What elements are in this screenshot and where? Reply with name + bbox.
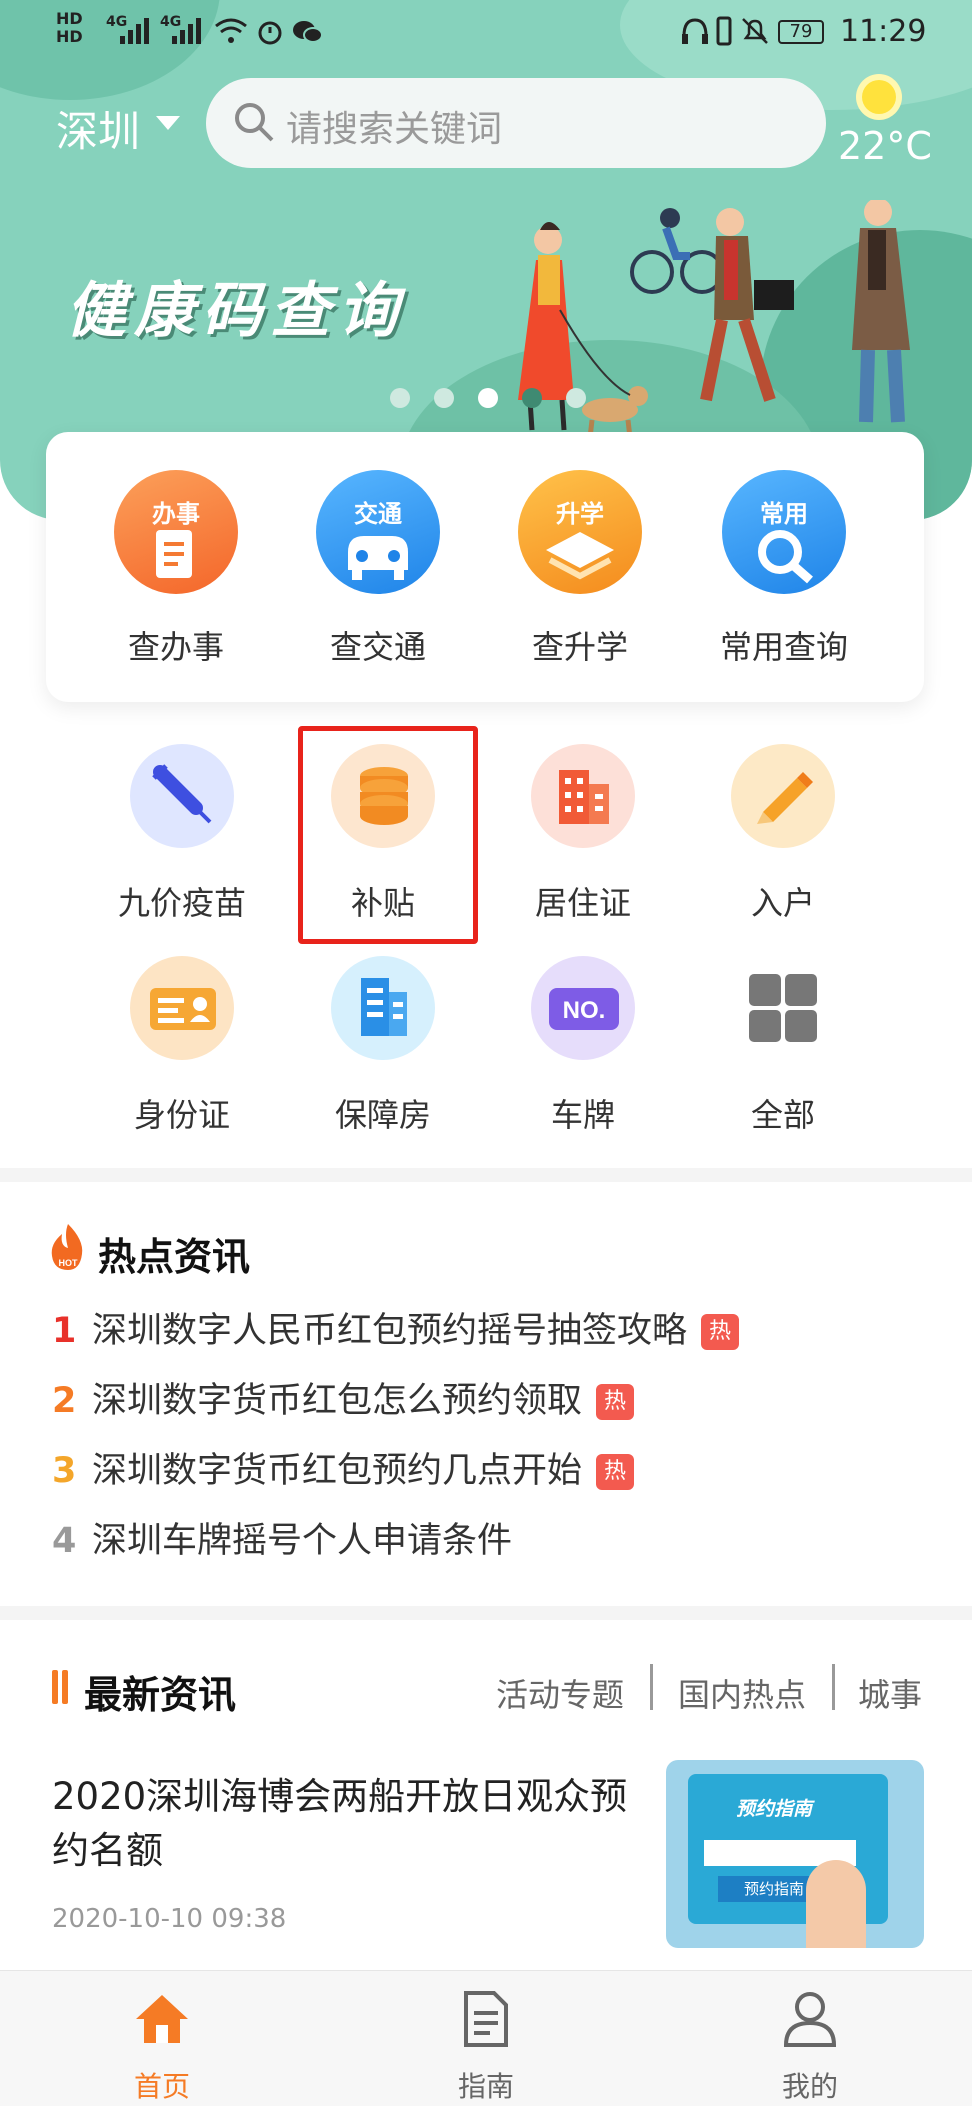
tab-activities[interactable]: 活动专题 <box>496 1670 624 1716</box>
id-card-icon <box>130 956 234 1060</box>
rank-number: 4 <box>52 1521 77 1561</box>
document-icon: 办事 <box>114 470 238 594</box>
timer-icon <box>258 21 282 45</box>
tab-city[interactable]: 城事 <box>858 1670 922 1716</box>
building-icon <box>531 744 635 848</box>
grid-icon <box>731 956 835 1060</box>
carousel-dot[interactable] <box>390 388 410 408</box>
thumbnail-title: 预约指南 <box>736 1798 813 1820</box>
hot-badge: 热 <box>596 1454 635 1490</box>
section-accent-bar <box>62 1670 68 1704</box>
quick-query-school[interactable]: 升学 查升学 <box>500 470 660 668</box>
wifi-icon <box>215 18 247 43</box>
news-article-time: 2020-10-10 09:38 <box>52 1904 287 1934</box>
apartment-icon <box>331 956 435 1060</box>
service-household[interactable]: 入户 <box>693 744 873 924</box>
nav-profile[interactable]: 我的 <box>710 1971 910 2106</box>
hd-indicator: HD HD <box>56 9 83 46</box>
pencil-icon <box>731 744 835 848</box>
tab-domestic[interactable]: 国内热点 <box>678 1670 806 1716</box>
section-divider <box>0 1168 972 1182</box>
service-all[interactable]: 全部 <box>693 956 873 1136</box>
wechat-icon <box>293 21 323 43</box>
service-affordable-housing[interactable]: 保障房 <box>293 956 473 1136</box>
hot-news-item[interactable]: 4 深圳车牌摇号个人申请条件 <box>52 1512 512 1563</box>
syringe-icon <box>130 744 234 848</box>
bottom-navigation: 首页 指南 我的 <box>0 1970 972 2106</box>
rank-number: 3 <box>52 1451 77 1491</box>
clock: 11:29 <box>840 14 927 49</box>
hot-news-title: 热点资讯 <box>98 1235 251 1279</box>
headphones-icon <box>682 18 708 44</box>
search-placeholder: 请搜索关键词 <box>286 109 503 150</box>
tab-divider <box>650 1664 653 1710</box>
fire-icon: HOT <box>51 1224 83 1270</box>
highlight-box <box>298 726 478 944</box>
section-accent-bar <box>52 1670 58 1704</box>
nav-profile-label: 我的 <box>781 2070 838 2103</box>
signal-icon <box>172 18 201 44</box>
hot-news-item[interactable]: 3 深圳数字货币红包预约几点开始热 <box>52 1442 635 1493</box>
car-icon: 交通 <box>316 470 440 594</box>
nav-guide-label: 指南 <box>457 2070 514 2103</box>
carousel-dot[interactable] <box>522 388 542 408</box>
license-plate-icon: NO. <box>531 956 635 1060</box>
nav-guide[interactable]: 指南 <box>386 1971 586 2106</box>
news-article-title[interactable]: 2020深圳海博会两船开放日观众预约名额 <box>52 1770 642 1878</box>
home-icon <box>136 1995 188 2043</box>
battery-indicator: 79 <box>778 20 824 44</box>
carousel-dot[interactable] <box>566 388 586 408</box>
svg-text:NO.: NO. <box>563 997 606 1024</box>
tab-divider <box>832 1664 835 1710</box>
latest-news-title: 最新资讯 <box>84 1673 237 1717</box>
bell-off-icon <box>742 18 768 44</box>
rank-number: 2 <box>52 1381 77 1421</box>
hot-badge: 热 <box>701 1314 740 1350</box>
app-screen: HD HD 4G 4G 79 11:29 深圳 请搜索关键词 22°C 健康码查询 <box>0 0 972 2106</box>
carousel-dot-active[interactable] <box>478 388 498 408</box>
banner-title: 健康码查询 <box>66 276 406 346</box>
hand-illustration <box>806 1860 866 1948</box>
service-residence-permit[interactable]: 居住证 <box>493 744 673 924</box>
service-license-plate[interactable]: NO. 车牌 <box>493 956 673 1136</box>
quick-query-office[interactable]: 办事 查办事 <box>96 470 256 668</box>
city-selector[interactable]: 深圳 <box>56 98 140 159</box>
sun-icon <box>862 80 896 114</box>
user-icon <box>783 1992 837 2047</box>
hot-news-item[interactable]: 2 深圳数字货币红包怎么预约领取热 <box>52 1372 635 1423</box>
quick-query-traffic[interactable]: 交通 查交通 <box>298 470 458 668</box>
signal-icon <box>120 18 149 44</box>
search-icon <box>235 103 274 142</box>
status-bar: HD HD 4G 4G 79 11:29 <box>0 0 972 70</box>
quick-query-common[interactable]: 常用 常用查询 <box>704 470 864 668</box>
nav-home[interactable]: 首页 <box>62 1971 262 2106</box>
service-vaccine[interactable]: 九价疫苗 <box>92 744 272 924</box>
layers-icon: 升学 <box>518 470 642 594</box>
temperature[interactable]: 22°C <box>838 124 932 168</box>
carousel-dot[interactable] <box>434 388 454 408</box>
news-thumbnail[interactable]: 预约指南 预约指南 <box>666 1760 924 1948</box>
vibrate-icon <box>716 16 732 46</box>
hot-news-text: 深圳数字人民币红包预约摇号抽签攻略 <box>92 1311 688 1351</box>
section-divider <box>0 1606 972 1620</box>
search-input[interactable]: 请搜索关键词 <box>206 78 826 168</box>
banner-illustration <box>518 200 910 439</box>
chevron-down-icon[interactable] <box>156 116 180 130</box>
svg-text:HOT: HOT <box>59 1258 79 1268</box>
hot-badge: 热 <box>596 1384 635 1420</box>
hot-news-text: 深圳数字货币红包预约几点开始 <box>92 1451 583 1491</box>
hot-news-item[interactable]: 1 深圳数字人民币红包预约摇号抽签攻略热 <box>52 1302 740 1353</box>
nav-home-label: 首页 <box>133 2070 190 2103</box>
document-icon <box>464 1991 508 2047</box>
rank-number: 1 <box>52 1311 77 1351</box>
service-id-card[interactable]: 身份证 <box>92 956 272 1136</box>
hot-news-text: 深圳车牌摇号个人申请条件 <box>92 1521 513 1561</box>
hot-news-text: 深圳数字货币红包怎么预约领取 <box>92 1381 583 1421</box>
magnifier-icon: 常用 <box>722 470 846 594</box>
